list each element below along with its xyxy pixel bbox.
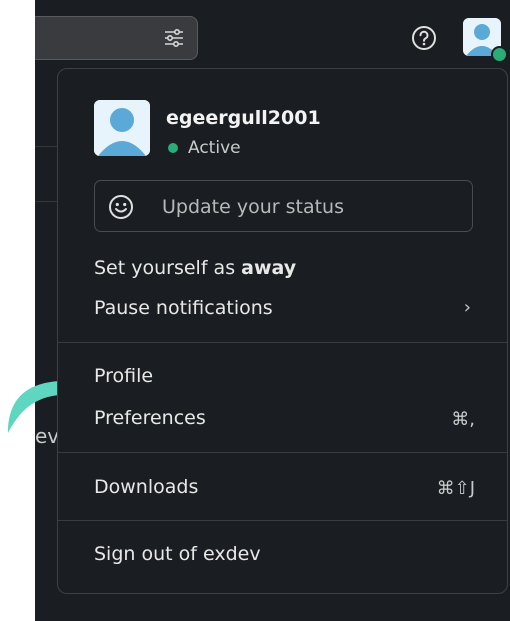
- presence-label: Active: [188, 138, 241, 158]
- presence-status: Active: [168, 138, 241, 158]
- help-icon[interactable]: [410, 24, 438, 52]
- sign-out-label: Sign out of exdev: [94, 543, 261, 565]
- chevron-right-icon: ›: [463, 297, 471, 318]
- search-bar[interactable]: [35, 16, 198, 60]
- divider: [58, 520, 507, 521]
- user-menu: egeergull2001 Active Update your status …: [57, 68, 508, 594]
- divider: [58, 452, 507, 453]
- downloads-shortcut: ⌘⇧J: [436, 478, 475, 499]
- pause-notifications-label: Pause notifications: [94, 297, 273, 319]
- downloads-item[interactable]: Downloads: [94, 476, 198, 498]
- set-away-item[interactable]: Set yourself as away: [94, 257, 296, 279]
- preferences-shortcut: ⌘,: [451, 409, 475, 430]
- pause-notifications-item[interactable]: Pause notifications: [94, 297, 273, 319]
- profile-label: Profile: [94, 365, 154, 387]
- presence-dot: [491, 46, 508, 63]
- profile-item[interactable]: Profile: [94, 365, 153, 387]
- menu-avatar: [94, 100, 150, 156]
- username: egeergull2001: [166, 107, 321, 129]
- update-status-field[interactable]: Update your status: [94, 180, 473, 232]
- preferences-item[interactable]: Preferences: [94, 407, 206, 429]
- sign-out-item[interactable]: Sign out of exdev: [94, 543, 261, 565]
- divider: [58, 342, 507, 343]
- away-bold-label: away: [241, 257, 297, 279]
- active-dot: [168, 143, 178, 153]
- smile-icon: [109, 195, 133, 219]
- downloads-label: Downloads: [94, 476, 199, 498]
- set-away-label: Set yourself as: [94, 257, 242, 279]
- preferences-label: Preferences: [94, 407, 206, 429]
- filter-icon[interactable]: [163, 27, 185, 49]
- avatar-icon: [94, 100, 150, 156]
- status-placeholder: Update your status: [162, 196, 344, 218]
